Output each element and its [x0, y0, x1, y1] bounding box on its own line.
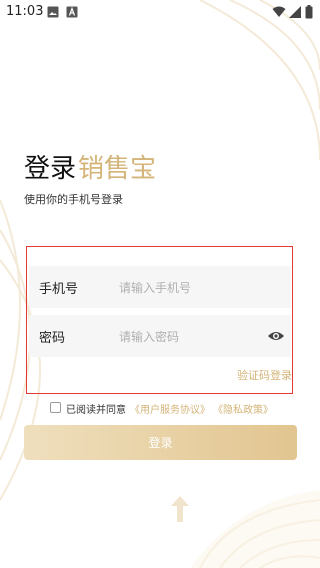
- user-agreement-link[interactable]: 《用户服务协议》: [130, 401, 210, 416]
- status-bar: 11:03: [0, 0, 320, 24]
- cell-signal-icon: [289, 6, 301, 18]
- phone-field: 手机号: [29, 266, 291, 308]
- sms-login-link[interactable]: 验证码登录: [237, 367, 292, 383]
- login-button[interactable]: 登录: [24, 425, 297, 460]
- password-field: 密码: [29, 315, 291, 357]
- up-arrow-icon: [171, 496, 189, 522]
- image-icon: [47, 6, 59, 18]
- phone-input[interactable]: [117, 274, 261, 302]
- page-title: 登录销售宝: [24, 152, 156, 186]
- title-brand: 销售宝: [78, 154, 157, 184]
- phone-label: 手机号: [39, 282, 79, 297]
- agreement-checkbox[interactable]: [50, 402, 61, 413]
- password-input[interactable]: [117, 323, 261, 351]
- status-time: 11:03: [6, 4, 44, 19]
- a-badge-icon: [66, 6, 78, 18]
- password-label: 密码: [39, 331, 66, 346]
- battery-icon: [305, 5, 313, 19]
- subtitle: 使用你的手机号登录: [24, 193, 123, 206]
- wifi-icon: [272, 6, 286, 17]
- agreement-text: 已阅读并同意: [66, 405, 126, 416]
- title-main: 登录: [24, 154, 77, 184]
- privacy-policy-link[interactable]: 《隐私政策》: [213, 401, 273, 416]
- eye-icon[interactable]: [267, 327, 285, 345]
- decorative-swirl: [190, 490, 320, 568]
